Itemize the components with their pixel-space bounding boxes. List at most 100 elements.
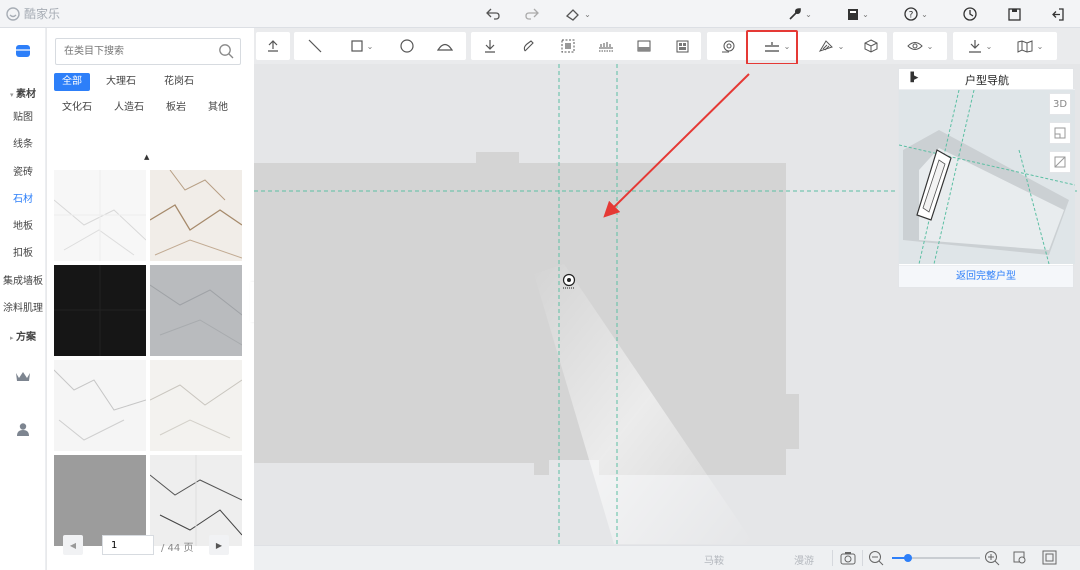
scheme-section-header[interactable]: ▸ 方案	[0, 328, 46, 343]
category-filters: 全部 大理石 花岗石 文化石 人造石 板岩 其他	[54, 73, 244, 117]
bookmark-menu-button[interactable]: ⌄	[840, 4, 876, 24]
scheme-header-label: 方案	[15, 332, 36, 343]
rail-item-stone[interactable]: 石材	[0, 190, 46, 205]
material-tile[interactable]	[54, 360, 146, 451]
concrete-grey-thumbnail	[54, 455, 146, 546]
crown-button[interactable]	[0, 370, 46, 385]
undo-button[interactable]	[477, 4, 509, 24]
material-tile[interactable]	[54, 455, 146, 546]
filter-slate[interactable]: 板岩	[158, 99, 194, 117]
circle-tool[interactable]	[392, 32, 422, 60]
filter-granite[interactable]: 花岗石	[156, 73, 202, 91]
zoom-out-icon[interactable]	[868, 550, 884, 566]
pagination: ◀ / 44 页 ▶	[55, 535, 245, 559]
rail-item-label: 集成墙板	[3, 276, 43, 287]
fullscreen-icon[interactable]	[1042, 550, 1058, 566]
line-tool[interactable]	[300, 32, 330, 60]
search-input[interactable]	[64, 39, 214, 63]
chevron-down-icon: ⌄	[584, 9, 591, 19]
arc-tool[interactable]	[430, 32, 460, 60]
bottom-label-b[interactable]: 漫游	[794, 552, 814, 567]
rail-item-molding[interactable]: 线条	[0, 135, 46, 150]
brush-icon	[523, 40, 534, 52]
tools-menu-button[interactable]: ⌄	[782, 4, 818, 24]
save-button[interactable]	[998, 4, 1030, 24]
visibility-tool[interactable]: ⌄	[897, 32, 943, 60]
rectangle-icon	[351, 40, 363, 52]
material-tile[interactable]	[54, 170, 146, 261]
cube-tool[interactable]	[857, 32, 885, 60]
material-tile[interactable]	[150, 360, 242, 451]
user-button[interactable]	[0, 422, 46, 439]
rail-item-tile[interactable]: 瓷砖	[0, 163, 46, 178]
rail-item-wall-panel[interactable]: 集成墙板	[0, 272, 46, 287]
fit-view-icon[interactable]	[1012, 550, 1028, 566]
eraser-button[interactable]: ⌄	[558, 4, 598, 24]
rail-item-ceiling-panel[interactable]: 扣板	[0, 244, 46, 259]
download-tool[interactable]: ⌄	[957, 32, 1003, 60]
help-menu-button[interactable]: ? ⌄	[898, 4, 934, 24]
skirting-tool[interactable]	[629, 32, 659, 60]
material-tile[interactable]	[150, 455, 242, 546]
zoom-in-icon[interactable]	[984, 550, 1000, 566]
chevron-down-icon: ⌄	[862, 9, 869, 19]
page-input[interactable]	[102, 535, 154, 555]
pattern-tool[interactable]: ⌄	[811, 32, 851, 60]
user-icon	[17, 423, 29, 436]
rail-item-label: 瓷砖	[13, 167, 33, 178]
back-to-full-plan-link[interactable]: 返回完整户型	[899, 265, 1073, 287]
exit-icon	[1052, 7, 1064, 21]
view-plan-button[interactable]	[1049, 122, 1071, 144]
search-icon[interactable]	[218, 43, 234, 59]
divider	[832, 550, 833, 566]
materials-section-header[interactable]: ▾ 素材	[0, 85, 46, 100]
camera-icon[interactable]	[840, 551, 856, 565]
rail-item-wood-floor[interactable]: 地板	[0, 217, 46, 232]
paint-tool[interactable]	[513, 32, 543, 60]
exit-button[interactable]	[1042, 4, 1074, 24]
chevron-left-icon: ◀	[69, 540, 77, 550]
layout-tool[interactable]	[667, 32, 697, 60]
chevron-down-icon: ⌄	[985, 41, 993, 51]
redo-button[interactable]	[516, 4, 548, 24]
rail-item-paint-texture[interactable]: 涂料肌理	[0, 299, 46, 314]
room-shape[interactable]	[254, 152, 799, 475]
filter-marble[interactable]: 大理石	[98, 73, 144, 91]
map-tool[interactable]: ⌄	[1007, 32, 1053, 60]
arc-icon	[437, 43, 453, 51]
app-logo[interactable]: 酷家乐	[6, 5, 60, 22]
redo-icon	[525, 8, 539, 20]
material-tile[interactable]	[54, 265, 146, 356]
waterline-tool[interactable]	[591, 32, 621, 60]
filter-artificial-stone[interactable]: 人造石	[106, 99, 152, 117]
nav-minimap[interactable]	[899, 90, 1075, 264]
marble-calacatta-thumbnail	[150, 360, 242, 451]
pick-tool[interactable]	[475, 32, 505, 60]
view-3d-button[interactable]: 3D	[1049, 93, 1071, 115]
filter-all[interactable]: 全部	[54, 73, 90, 91]
zoom-slider-handle[interactable]	[904, 554, 912, 562]
bottom-label-a[interactable]: 马鞍	[704, 552, 724, 567]
region-tool[interactable]	[553, 32, 583, 60]
anchor-icon	[485, 40, 495, 53]
materials-nav-button[interactable]	[0, 42, 46, 63]
prev-page-button[interactable]: ◀	[63, 535, 83, 555]
eraser-icon	[566, 9, 580, 21]
material-tile[interactable]	[150, 265, 242, 356]
filter-culture-stone[interactable]: 文化石	[54, 99, 100, 117]
rail-item-texture[interactable]: 贴图	[0, 108, 46, 123]
chevron-down-icon: ⌄	[366, 41, 374, 51]
material-tile[interactable]	[150, 170, 242, 261]
chevron-down-icon: ⌄	[837, 41, 845, 51]
filter-other[interactable]: 其他	[200, 99, 236, 117]
collapse-filters-icon[interactable]: ▲	[144, 153, 149, 161]
locate-tool[interactable]	[713, 32, 743, 60]
rectangle-tool[interactable]: ⌄	[342, 32, 382, 60]
marble-white-thumbnail	[54, 170, 146, 261]
next-page-button[interactable]: ▶	[209, 535, 229, 555]
zoom-slider[interactable]	[892, 554, 980, 562]
history-button[interactable]	[954, 4, 986, 24]
chevron-down-icon: ⌄	[921, 9, 928, 19]
upload-tool[interactable]	[256, 32, 290, 60]
view-elevation-button[interactable]	[1049, 151, 1071, 173]
